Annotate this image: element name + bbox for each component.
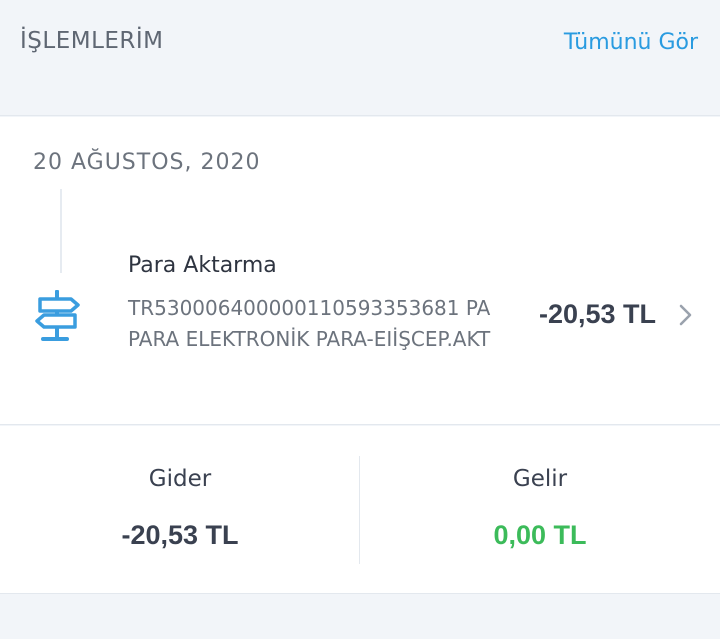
transaction-row[interactable]: Para Aktarma TR530006400000110593353681 … — [0, 237, 720, 387]
summary-panel: Gider -20,53 TL Gelir 0,00 TL — [0, 426, 720, 594]
section-title: İŞLEMLERİM — [20, 28, 164, 54]
signpost-icon — [34, 287, 84, 347]
date-header: 20 AĞUSTOS, 2020 — [33, 150, 261, 175]
transaction-amount: -20,53 TL — [538, 299, 656, 329]
expense-value: -20,53 TL — [121, 520, 239, 550]
transaction-title: Para Aktarma — [128, 253, 277, 278]
income-value: 0,00 TL — [493, 520, 587, 550]
transaction-description: TR530006400000110593353681 PAPARA ELEKTR… — [128, 296, 491, 351]
transactions-header: İŞLEMLERİM Tümünü Gör — [0, 0, 720, 116]
income-label: Gelir — [512, 466, 568, 492]
chevron-right-icon[interactable] — [678, 303, 694, 327]
expense-summary: Gider -20,53 TL — [0, 426, 360, 594]
footer-spacer — [0, 595, 720, 639]
expense-label: Gider — [148, 466, 212, 492]
see-all-link[interactable]: Tümünü Gör — [564, 30, 698, 55]
income-summary: Gelir 0,00 TL — [360, 426, 720, 594]
transaction-list: 20 AĞUSTOS, 2020 Para Aktarma TR53000640… — [0, 117, 720, 425]
